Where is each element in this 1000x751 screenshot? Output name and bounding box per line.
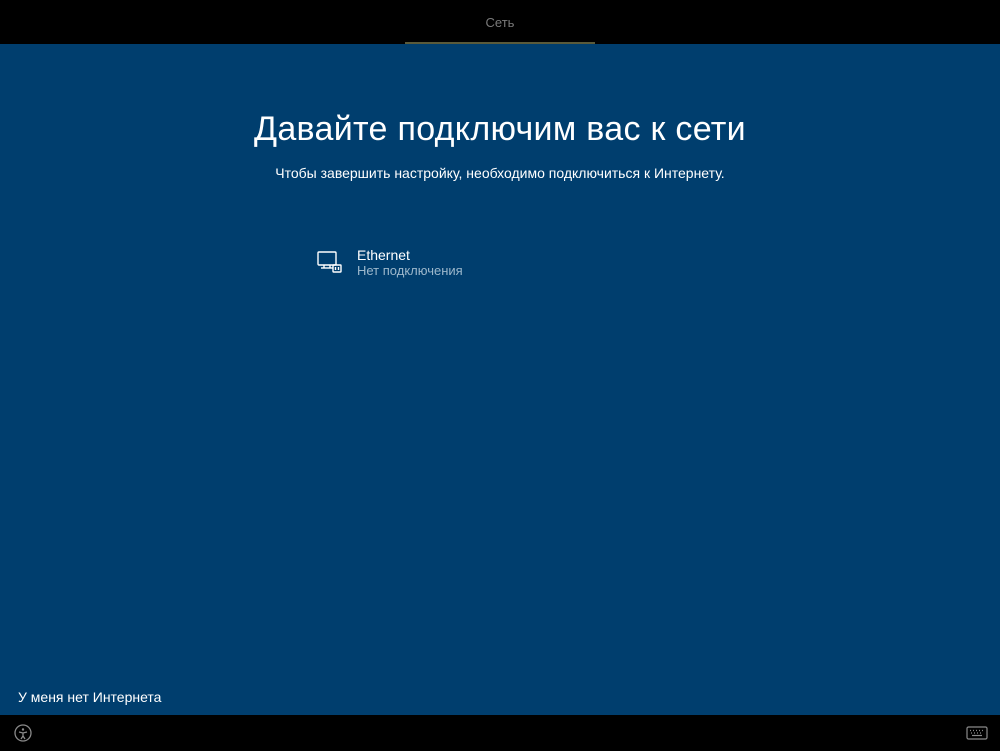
- footer-right: [966, 722, 988, 744]
- page-heading: Давайте подключим вас к сети: [254, 110, 746, 149]
- footer-bar: [0, 715, 1000, 751]
- accessibility-icon[interactable]: [12, 722, 34, 744]
- network-item-ethernet[interactable]: Ethernet Нет подключения: [315, 243, 685, 282]
- titlebar-label: Сеть: [486, 15, 515, 30]
- keyboard-icon[interactable]: [966, 722, 988, 744]
- titlebar: Сеть: [0, 0, 1000, 44]
- network-status: Нет подключения: [357, 263, 463, 278]
- network-name: Ethernet: [357, 247, 463, 263]
- ethernet-icon: [315, 249, 343, 277]
- network-list: Ethernet Нет подключения: [315, 243, 685, 282]
- content-area: Давайте подключим вас к сети Чтобы завер…: [0, 44, 1000, 715]
- footer-left: [12, 722, 34, 744]
- network-info: Ethernet Нет подключения: [357, 247, 463, 278]
- page-subtitle: Чтобы завершить настройку, необходимо по…: [275, 165, 724, 181]
- skip-internet-link[interactable]: У меня нет Интернета: [18, 689, 161, 705]
